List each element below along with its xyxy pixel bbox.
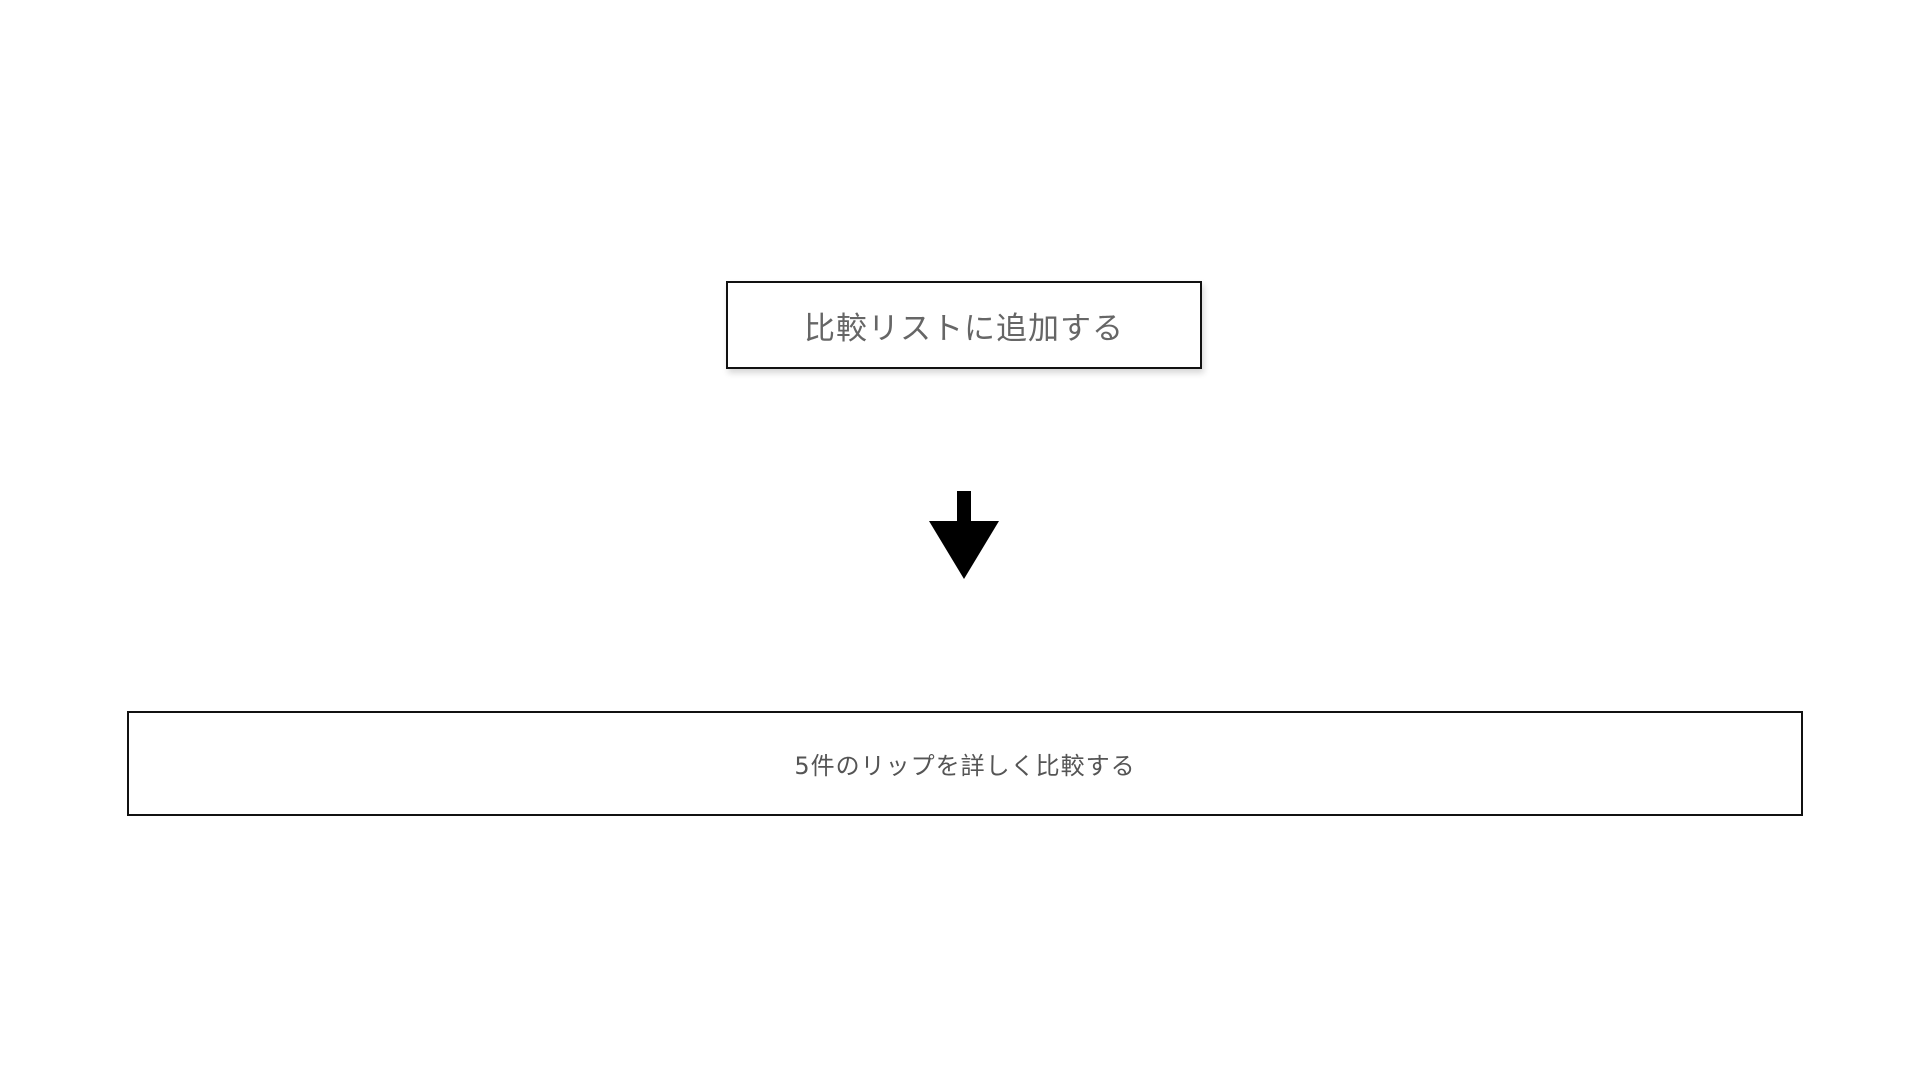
compare-lips-button[interactable]: 5件のリップを詳しく比較する bbox=[127, 711, 1803, 816]
add-to-compare-list-label: 比較リストに追加する bbox=[804, 310, 1124, 347]
add-to-compare-list-button[interactable]: 比較リストに追加する bbox=[726, 281, 1202, 369]
compare-lips-label: 5件のリップを詳しく比較する bbox=[794, 752, 1136, 780]
down-arrow-icon bbox=[929, 491, 999, 579]
